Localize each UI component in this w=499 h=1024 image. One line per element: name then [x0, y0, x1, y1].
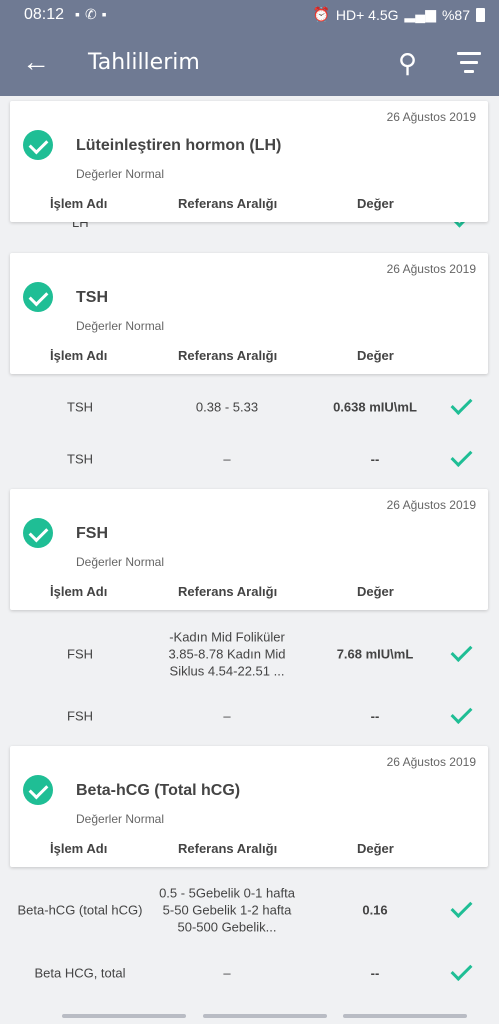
column-header-value: Değer [357, 196, 394, 211]
column-header-value: Değer [357, 584, 394, 599]
result-range: 0.5 - 5Gebelik 0-1 hafta 5-50 Gebelik 1-… [159, 885, 295, 935]
test-card[interactable]: 26 Ağustos 2019 Beta-hCG (Total hCG) Değ… [10, 746, 488, 867]
nav-recents-handle[interactable] [62, 1014, 186, 1018]
test-date: 26 Ağustos 2019 [386, 110, 476, 124]
check-icon [450, 896, 473, 918]
result-value: -- [370, 451, 380, 467]
check-icon [450, 959, 473, 981]
test-card[interactable]: 26 Ağustos 2019 Lüteinleştiren hormon (L… [10, 101, 488, 222]
result-row[interactable]: TSH – -- [0, 429, 499, 489]
result-name: Beta HCG, total [34, 965, 126, 981]
partial-row-name: LH [72, 221, 89, 230]
nav-back-handle[interactable] [343, 1014, 467, 1018]
app-bar: ← Tahlillerim ⚲ [0, 30, 499, 96]
page-title: Tahlillerim [88, 50, 200, 75]
test-status: Değerler Normal [76, 812, 165, 826]
test-status: Değerler Normal [76, 167, 165, 181]
status-right: ⏰ HD+ 4.5G ▂▄▆ %87 [312, 6, 485, 23]
result-range: -Kadın Mid Foliküler 3.85-8.78 Kadın Mid… [168, 629, 286, 679]
partial-row[interactable]: LH [0, 221, 499, 233]
test-name: TSH [76, 289, 108, 306]
check-circle-icon [23, 130, 53, 160]
result-name: FSH [67, 646, 93, 662]
test-status: Değerler Normal [76, 555, 165, 569]
status-bar: 08:12 ▪✆▪ ⏰ HD+ 4.5G ▂▄▆ %87 [0, 0, 499, 30]
result-value: 0.638 mIU\mL [333, 399, 417, 415]
column-header-name: İşlem Adı [50, 196, 108, 211]
result-range: – [223, 708, 231, 724]
result-value: -- [370, 708, 380, 724]
result-value: 7.68 mIU\mL [336, 646, 414, 662]
column-header-value: Değer [357, 348, 394, 363]
result-row[interactable]: TSH 0.38 - 5.33 0.638 mIU\mL [0, 377, 499, 437]
column-header-range: Referans Aralığı [178, 841, 278, 856]
search-icon[interactable]: ⚲ [398, 48, 417, 79]
nav-home-handle[interactable] [203, 1014, 327, 1018]
test-date: 26 Ağustos 2019 [386, 498, 476, 512]
signal-icon: ▂▄▆ [404, 6, 436, 22]
battery-icon [476, 7, 485, 22]
test-card[interactable]: 26 Ağustos 2019 FSH Değerler Normal İşle… [10, 489, 488, 610]
alarm-icon: ⏰ [312, 6, 330, 22]
test-name: FSH [76, 525, 108, 542]
filter-icon[interactable] [456, 52, 482, 79]
column-header-name: İşlem Adı [50, 348, 108, 363]
battery-level: %87 [441, 6, 470, 23]
column-header-name: İşlem Adı [50, 841, 108, 856]
result-row[interactable]: FSH – -- [0, 686, 499, 746]
test-status: Değerler Normal [76, 319, 165, 333]
back-arrow-icon[interactable]: ← [22, 46, 50, 78]
result-row[interactable]: Beta HCG, total – -- [0, 943, 499, 1003]
result-value: -- [370, 965, 380, 981]
result-name: TSH [67, 399, 93, 415]
column-header-range: Referans Aralığı [178, 348, 278, 363]
result-name: Beta-hCG (total hCG) [17, 902, 143, 918]
notification-icons: ▪✆▪ [75, 6, 112, 22]
column-header-value: Değer [357, 841, 394, 856]
result-name: TSH [67, 451, 93, 467]
result-value: 0.16 [362, 902, 388, 918]
network-indicator: HD+ 4.5G [335, 6, 399, 23]
test-date: 26 Ağustos 2019 [386, 262, 476, 276]
check-circle-icon [23, 775, 53, 805]
test-card[interactable]: 26 Ağustos 2019 TSH Değerler Normal İşle… [10, 253, 488, 374]
check-icon [450, 702, 473, 724]
check-circle-icon [23, 518, 53, 548]
result-range: – [223, 965, 231, 981]
test-name: Lüteinleştiren hormon (LH) [76, 137, 282, 154]
result-range: – [223, 451, 231, 467]
check-icon [450, 393, 473, 415]
check-icon [450, 640, 473, 662]
column-header-range: Referans Aralığı [178, 584, 278, 599]
result-range: 0.38 - 5.33 [195, 399, 259, 415]
check-circle-icon [23, 282, 53, 312]
result-name: FSH [67, 708, 93, 724]
result-row[interactable]: Beta-hCG (total hCG) 0.5 - 5Gebelik 0-1 … [0, 870, 499, 950]
column-header-name: İşlem Adı [50, 584, 108, 599]
column-header-range: Referans Aralığı [178, 196, 278, 211]
test-name: Beta-hCG (Total hCG) [76, 782, 241, 799]
system-nav-bar [0, 1004, 499, 1024]
status-time: 08:12 [24, 6, 65, 23]
test-date: 26 Ağustos 2019 [386, 755, 476, 769]
result-row[interactable]: FSH -Kadın Mid Foliküler 3.85-8.78 Kadın… [0, 614, 499, 694]
check-icon [450, 445, 473, 467]
